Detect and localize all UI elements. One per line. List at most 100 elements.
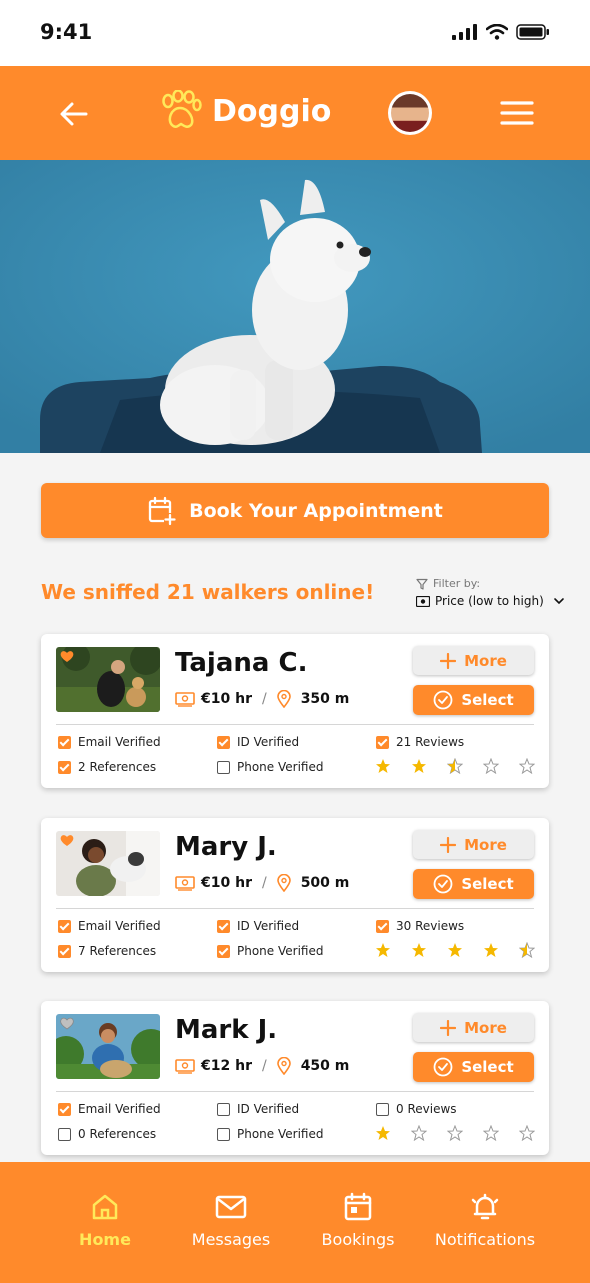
star-rating [375, 758, 535, 774]
check-label: 2 References [78, 760, 157, 774]
check-label: 21 Reviews [396, 735, 465, 749]
check-label: Phone Verified [237, 1127, 324, 1141]
card-divider [56, 724, 534, 725]
walker-name: Mary J. [175, 832, 277, 862]
walker-card[interactable]: Tajana C. €10 hr / 350 m More Select Ema… [41, 634, 549, 788]
check-circle-icon [433, 1057, 453, 1077]
hero-image [0, 160, 590, 453]
location-pin-icon [276, 1057, 291, 1075]
star-empty-icon [519, 758, 535, 774]
tab-label: Messages [191, 1230, 271, 1249]
select-button[interactable]: Select [413, 1052, 534, 1082]
checkbox-unchecked [217, 1127, 230, 1141]
heart-icon[interactable] [60, 650, 74, 663]
checkbox-unchecked [58, 1127, 71, 1141]
filter-value-row: Price (low to high) [416, 594, 565, 608]
tab-messages[interactable]: Messages [166, 1192, 296, 1249]
plus-icon [440, 1019, 457, 1036]
app-header: Doggio [0, 66, 590, 160]
heart-icon[interactable] [60, 834, 74, 847]
email-verified: Email Verified [58, 1102, 161, 1116]
star-rating [375, 1125, 535, 1141]
check-label: Email Verified [78, 735, 161, 749]
more-button[interactable]: More [413, 830, 534, 859]
checkbox-checked [58, 760, 71, 774]
location-pin-icon [276, 690, 291, 708]
star-empty-icon [483, 1125, 499, 1141]
calendar-icon [344, 1192, 372, 1221]
walker-card[interactable]: Mark J. €12 hr / 450 m More Select Email… [41, 1001, 549, 1155]
checkbox-checked [217, 944, 230, 958]
star-empty-icon [483, 758, 499, 774]
walker-distance: 450 m [300, 1058, 350, 1074]
phone-verified: Phone Verified [217, 760, 323, 774]
status-bar: 9:41 [0, 0, 590, 66]
money-icon [416, 595, 430, 607]
home-icon [92, 1194, 118, 1220]
tab-label: Bookings [321, 1230, 395, 1249]
walker-card[interactable]: Mary J. €10 hr / 500 m More Select Email… [41, 818, 549, 972]
walker-meta: €10 hr / 500 m [175, 874, 349, 892]
walker-photo [56, 831, 160, 896]
more-button[interactable]: More [413, 646, 534, 675]
id-verified: ID Verified [217, 919, 299, 933]
reviews-count: 30 Reviews [376, 919, 464, 933]
check-label: Phone Verified [237, 944, 324, 958]
id-verified: ID Verified [217, 1102, 299, 1116]
checkbox-checked [58, 919, 71, 933]
checkbox-checked [58, 735, 71, 749]
app-title: Doggio [212, 93, 332, 129]
more-button[interactable]: More [413, 1013, 534, 1042]
heart-outline-icon[interactable] [60, 1017, 74, 1030]
select-button-label: Select [461, 875, 514, 893]
email-verified: Email Verified [58, 919, 161, 933]
wifi-icon [486, 24, 508, 40]
star-full-icon [376, 759, 390, 773]
walker-name: Tajana C. [175, 648, 308, 678]
checkbox-checked [376, 919, 389, 933]
checkbox-unchecked [217, 760, 230, 774]
walker-rate: €12 hr [201, 1058, 252, 1074]
book-appointment-button[interactable]: Book Your Appointment [41, 483, 549, 538]
check-label: 7 References [78, 944, 157, 958]
check-label: ID Verified [237, 735, 300, 749]
check-label: 30 Reviews [396, 919, 465, 933]
location-pin-icon [276, 874, 291, 892]
card-divider [56, 1091, 534, 1092]
star-full-icon [412, 759, 426, 773]
funnel-icon [416, 578, 428, 590]
star-empty-icon [519, 1125, 535, 1141]
star-half-icon [519, 942, 535, 958]
select-button[interactable]: Select [413, 869, 534, 899]
star-empty-icon [411, 1125, 427, 1141]
checkbox-checked [376, 735, 389, 749]
select-button[interactable]: Select [413, 685, 534, 715]
star-half-icon [447, 758, 463, 774]
money-icon [175, 691, 195, 707]
battery-icon [516, 24, 549, 40]
star-full-icon [376, 1126, 390, 1140]
tab-home[interactable]: Home [40, 1192, 170, 1249]
results-headline: We sniffed 21 walkers online! [41, 580, 375, 604]
arrow-left-icon [60, 102, 88, 126]
reviews-count: 21 Reviews [376, 735, 464, 749]
walker-photo [56, 647, 160, 712]
hamburger-icon [500, 101, 534, 125]
user-avatar[interactable] [388, 91, 432, 135]
phone-verified: Phone Verified [217, 1127, 323, 1141]
tab-bookings[interactable]: Bookings [293, 1192, 423, 1249]
filter-dropdown[interactable]: Filter by: Price (low to high) [416, 577, 565, 608]
tab-notifications[interactable]: Notifications [420, 1192, 550, 1249]
references-count: 7 References [58, 944, 156, 958]
back-button[interactable] [56, 96, 92, 132]
money-icon [175, 875, 195, 891]
star-empty-icon [447, 1125, 463, 1141]
menu-button[interactable] [500, 100, 534, 126]
check-label: ID Verified [237, 919, 300, 933]
plus-icon [440, 836, 457, 853]
more-button-label: More [464, 1018, 507, 1037]
signal-icon [452, 24, 477, 40]
walker-meta: €10 hr / 350 m [175, 690, 349, 708]
book-appointment-label: Book Your Appointment [189, 499, 443, 522]
email-verified: Email Verified [58, 735, 161, 749]
